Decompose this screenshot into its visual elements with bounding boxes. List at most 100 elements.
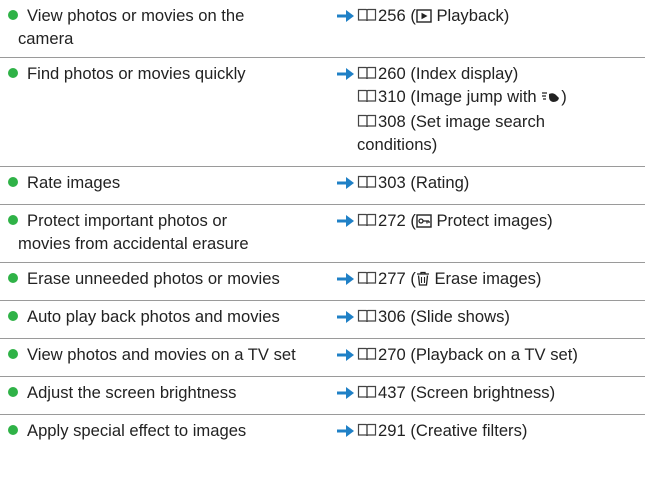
table-row: Protect important photos or movies from …	[0, 205, 645, 263]
arrow-right-icon	[336, 419, 356, 442]
arrow-right-icon	[336, 209, 356, 232]
page-reference-link[interactable]: 256 ( Playback)	[357, 4, 645, 29]
task-text: Erase unneeded photos or movies	[18, 267, 300, 290]
page-number: 310	[378, 87, 406, 106]
table-row: Auto play back photos and movies 306 (Sl…	[0, 301, 645, 339]
table-row: Rate images 303 (Rating)	[0, 167, 645, 205]
ref-title: (Playback on a TV set)	[410, 345, 578, 364]
book-icon	[357, 172, 377, 189]
reference-cell: 277 ( Erase images)	[336, 267, 645, 292]
reference-cell: 272 ( Protect images)	[336, 209, 645, 234]
table-row: Erase unneeded photos or movies 277 ( Er…	[0, 263, 645, 301]
page-number: 308	[378, 112, 406, 131]
page-reference-link[interactable]: 308 (Set image search	[357, 110, 645, 133]
trash-icon	[416, 269, 430, 292]
reference-cell: 260 (Index display) 310 (Image jump with…	[336, 62, 645, 156]
bullet-icon	[8, 349, 18, 359]
page-number: 277	[378, 269, 406, 288]
reference-cell: 437 (Screen brightness)	[336, 381, 645, 404]
book-icon	[357, 306, 377, 323]
page-number: 303	[378, 173, 406, 192]
task-line: Find photos or movies quickly	[27, 64, 246, 83]
arrow-right-icon	[336, 305, 356, 328]
bullet-icon	[8, 10, 18, 20]
playback-reference-table: View photos or movies on the camera 256 …	[0, 0, 645, 453]
page-reference-link[interactable]: 260 (Index display)	[357, 62, 645, 85]
arrow-right-icon	[336, 267, 356, 290]
ref-title: (Index display)	[410, 64, 519, 83]
task-line: camera	[18, 29, 74, 48]
ref-title: Playback)	[431, 6, 510, 25]
page-number: 437	[378, 383, 406, 402]
ref-title: (Rating)	[410, 173, 470, 192]
ref-title: (Slide shows)	[410, 307, 510, 326]
bullet-icon	[8, 425, 18, 435]
book-icon	[357, 63, 377, 80]
reference-cell: 306 (Slide shows)	[336, 305, 645, 328]
task-cell: Find photos or movies quickly	[0, 62, 300, 85]
reference-cell: 291 (Creative filters)	[336, 419, 645, 442]
dial-jump-icon	[541, 87, 561, 110]
task-text: Rate images	[18, 171, 300, 194]
task-text: Apply special effect to images	[18, 419, 300, 442]
task-line: View photos or movies on the	[27, 6, 245, 25]
arrow-right-icon	[336, 4, 356, 27]
bullet-icon	[8, 387, 18, 397]
task-line: Erase unneeded photos or movies	[27, 269, 280, 288]
playback-icon	[416, 6, 432, 29]
task-line: Adjust the screen brightness	[27, 383, 237, 402]
task-cell: Protect important photos or movies from …	[0, 209, 300, 255]
reference-cell: 256 ( Playback)	[336, 4, 645, 29]
reference-cell: 303 (Rating)	[336, 171, 645, 194]
page-reference-link[interactable]: 272 ( Protect images)	[357, 209, 645, 234]
task-line: Auto play back photos and movies	[27, 307, 280, 326]
ref-title: (Image jump with	[410, 87, 542, 106]
task-text: Protect important photos or movies from …	[18, 209, 300, 255]
book-icon	[357, 344, 377, 361]
task-line: View photos and movies on a TV set	[27, 345, 296, 364]
table-row: Adjust the screen brightness 437 (Screen…	[0, 377, 645, 415]
bullet-icon	[8, 68, 18, 78]
ref-title: (Screen brightness)	[410, 383, 556, 402]
table-row: View photos or movies on the camera 256 …	[0, 0, 645, 58]
task-line: Rate images	[27, 173, 121, 192]
page-reference-link[interactable]: 277 ( Erase images)	[357, 267, 645, 292]
arrow-right-icon	[336, 343, 356, 366]
reference-cell: 270 (Playback on a TV set)	[336, 343, 645, 366]
table-row: Find photos or movies quickly 260 (Index…	[0, 58, 645, 167]
page-number: 260	[378, 64, 406, 83]
task-cell: Adjust the screen brightness	[0, 381, 300, 404]
protect-key-icon	[416, 211, 432, 234]
task-cell: Erase unneeded photos or movies	[0, 267, 300, 290]
table-row: View photos and movies on a TV set 270 (…	[0, 339, 645, 377]
task-text: View photos and movies on a TV set	[18, 343, 300, 366]
task-line: Apply special effect to images	[27, 421, 247, 440]
book-icon	[357, 382, 377, 399]
table-row: Apply special effect to images 291 (Crea…	[0, 415, 645, 453]
task-text: Adjust the screen brightness	[18, 381, 300, 404]
bullet-icon	[8, 177, 18, 187]
page-reference-link[interactable]: 291 (Creative filters)	[357, 419, 645, 442]
page-reference-link[interactable]: 306 (Slide shows)	[357, 305, 645, 328]
page-number: 291	[378, 421, 406, 440]
task-cell: Auto play back photos and movies	[0, 305, 300, 328]
task-cell: View photos or movies on the camera	[0, 4, 300, 50]
bullet-icon	[8, 215, 18, 225]
arrow-right-icon	[336, 171, 356, 194]
arrow-right-icon	[336, 381, 356, 404]
bullet-icon	[8, 311, 18, 321]
ref-close: )	[561, 87, 567, 106]
task-cell: Apply special effect to images	[0, 419, 300, 442]
page-reference-link[interactable]: 437 (Screen brightness)	[357, 381, 645, 404]
page-reference-link[interactable]: 310 (Image jump with )	[357, 85, 645, 110]
task-text: Auto play back photos and movies	[18, 305, 300, 328]
page-reference-link[interactable]: 303 (Rating)	[357, 171, 645, 194]
ref-title: Erase images)	[429, 269, 542, 288]
task-line: Protect important photos or	[27, 211, 228, 230]
page-reference-link[interactable]: 270 (Playback on a TV set)	[357, 343, 645, 366]
task-cell: Rate images	[0, 171, 300, 194]
task-text: Find photos or movies quickly	[18, 62, 300, 85]
page-number: 272	[378, 211, 406, 230]
book-icon	[357, 210, 377, 227]
book-icon	[357, 268, 377, 285]
